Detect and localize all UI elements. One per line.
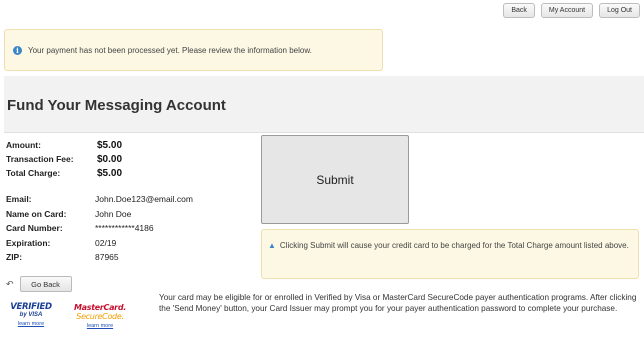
zip-row: ZIP: 87965 <box>6 250 193 265</box>
back-button[interactable]: Back <box>503 3 535 18</box>
mastercard-securecode-logo: MasterCard. SecureCode. learn more <box>68 303 132 329</box>
transaction-fee-row: Transaction Fee: $0.00 <box>6 152 122 166</box>
email-row: Email: John.Doe123@email.com <box>6 192 193 207</box>
email-label: Email: <box>6 194 32 205</box>
card-number-row: Card Number: ************4186 <box>6 221 193 236</box>
verified-by-visa-logo: VERIFIED by VISA learn more <box>7 302 55 328</box>
card-number-value: ************4186 <box>95 223 154 234</box>
securecode-logo-subtitle: SecureCode. <box>76 312 124 321</box>
log-out-button[interactable]: Log Out <box>599 3 640 18</box>
visa-logo-title: VERIFIED <box>10 302 52 312</box>
back-arrow-icon: ↶ <box>6 278 14 289</box>
total-charge-row: Total Charge: $5.00 <box>6 166 122 180</box>
page-title: Fund Your Messaging Account <box>7 97 226 114</box>
section-header: Fund Your Messaging Account <box>4 76 644 133</box>
name-on-card-value: John Doe <box>95 208 132 219</box>
amount-row: Amount: $5.00 <box>6 138 122 152</box>
zip-value: 87965 <box>95 252 119 263</box>
zip-label: ZIP: <box>6 252 23 263</box>
email-value: John.Doe123@email.com <box>95 194 193 205</box>
charge-warning-text: Clicking Submit will cause your credit c… <box>279 241 629 250</box>
info-icon: i <box>13 45 22 55</box>
charge-warning-alert: ▲ Clicking Submit will cause your credit … <box>261 229 639 279</box>
top-nav: Back My Account Log Out <box>503 3 640 18</box>
visa-learn-more-link[interactable]: learn more <box>7 321 55 327</box>
payment-pending-text: Your payment has not been processed yet.… <box>28 45 312 55</box>
expiration-label: Expiration: <box>6 237 51 248</box>
payment-details: Email: John.Doe123@email.com Name on Car… <box>6 192 193 265</box>
visa-logo-subtitle: by VISA <box>19 312 43 318</box>
card-number-label: Card Number: <box>6 223 63 234</box>
total-charge-label: Total Charge: <box>6 168 61 178</box>
expiration-row: Expiration: 02/19 <box>6 236 193 251</box>
amount-value: $5.00 <box>97 139 123 151</box>
amount-summary: Amount: $5.00 Transaction Fee: $0.00 Tot… <box>6 138 122 180</box>
name-on-card-label: Name on Card: <box>6 208 67 219</box>
warning-icon: ▲ <box>268 241 276 250</box>
submit-button[interactable]: Submit <box>261 135 409 224</box>
my-account-button[interactable]: My Account <box>540 3 594 18</box>
transaction-fee-label: Transaction Fee: <box>6 154 74 164</box>
amount-label: Amount: <box>6 140 41 150</box>
payment-pending-alert: i Your payment has not been processed ye… <box>4 29 383 71</box>
mastercard-learn-more-link[interactable]: learn more <box>68 323 132 329</box>
payer-authentication-disclaimer: Your card may be eligible for or enrolle… <box>159 293 637 313</box>
go-back-button[interactable]: Go Back <box>19 276 72 292</box>
go-back-area: ↶ Go Back <box>6 276 72 292</box>
total-charge-value: $5.00 <box>97 167 123 179</box>
transaction-fee-value: $0.00 <box>97 153 123 165</box>
name-on-card-row: Name on Card: John Doe <box>6 207 193 222</box>
expiration-value: 02/19 <box>95 237 117 248</box>
mastercard-logo-title: MasterCard. <box>74 303 126 312</box>
